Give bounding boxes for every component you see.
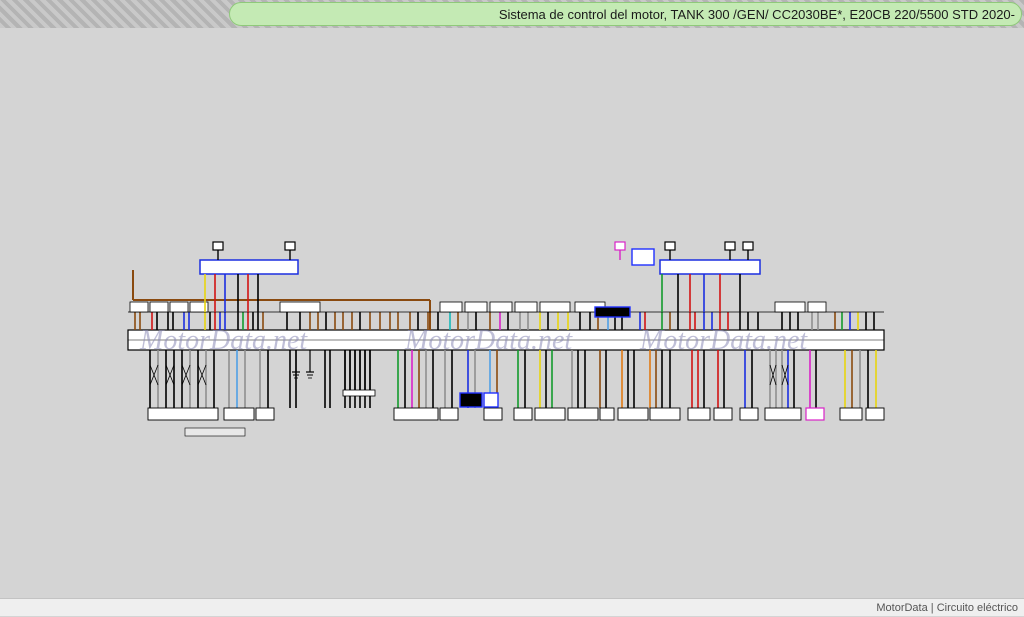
diagram-title-pill: Sistema de control del motor, TANK 300 /… [229, 2, 1022, 26]
diagram-canvas[interactable]: MotorData.net MotorData.net MotorData.ne… [0, 28, 1024, 598]
wiring-diagram [0, 28, 1024, 598]
footer-text: MotorData | Circuito eléctrico [876, 602, 1018, 614]
footer-bar: MotorData | Circuito eléctrico [0, 598, 1024, 616]
